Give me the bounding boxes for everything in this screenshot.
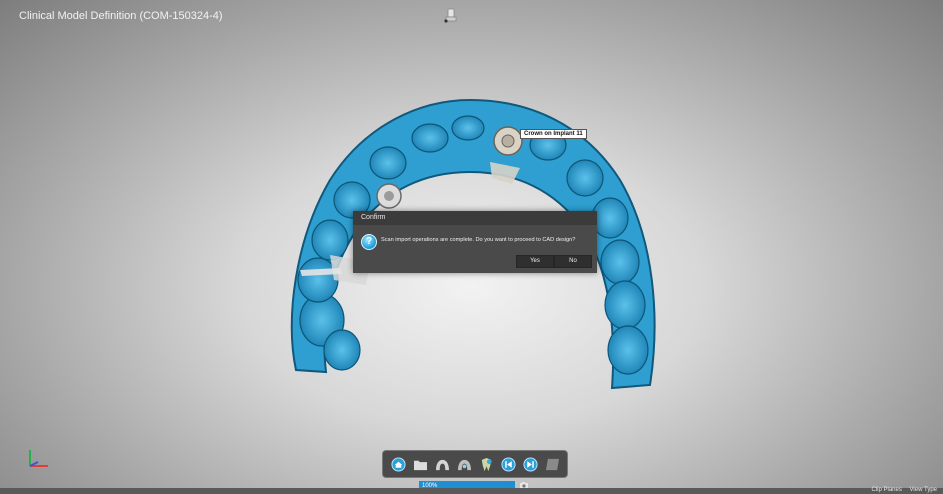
upper-jaw-icon bbox=[435, 459, 449, 470]
previous-step-button[interactable] bbox=[500, 456, 516, 472]
lower-jaw-button[interactable] bbox=[456, 456, 472, 472]
status-bar bbox=[0, 488, 943, 494]
confirm-dialog: Confirm ? Scan import operations are com… bbox=[353, 211, 597, 273]
lower-jaw-icon bbox=[457, 459, 471, 470]
question-icon: ? bbox=[361, 234, 377, 250]
implant-callout-label: Crown on Implant 11 bbox=[520, 129, 587, 139]
next-step-button[interactable] bbox=[522, 456, 538, 472]
layer-icon bbox=[545, 458, 559, 470]
dialog-message: Scan import operations are complete. Do … bbox=[381, 237, 576, 243]
next-icon bbox=[522, 456, 538, 472]
home-button[interactable] bbox=[390, 456, 406, 472]
open-folder-button[interactable] bbox=[412, 456, 428, 472]
previous-icon bbox=[500, 456, 516, 472]
yes-button[interactable]: Yes bbox=[516, 255, 554, 268]
teeth-icon bbox=[481, 457, 492, 471]
axis-gizmo-icon bbox=[29, 450, 48, 467]
dialog-title: Confirm bbox=[353, 211, 597, 225]
view-type-link[interactable]: View Type bbox=[910, 487, 937, 493]
teeth-button[interactable] bbox=[478, 456, 494, 472]
layer-button[interactable] bbox=[544, 456, 560, 472]
bottom-toolbar bbox=[382, 450, 568, 478]
no-button[interactable]: No bbox=[554, 255, 592, 268]
folder-icon bbox=[413, 460, 427, 470]
view-options: Clip Planes View Type bbox=[866, 487, 938, 493]
clip-planes-link[interactable]: Clip Planes bbox=[872, 487, 902, 493]
home-icon bbox=[390, 456, 406, 472]
upper-jaw-button[interactable] bbox=[434, 456, 450, 472]
